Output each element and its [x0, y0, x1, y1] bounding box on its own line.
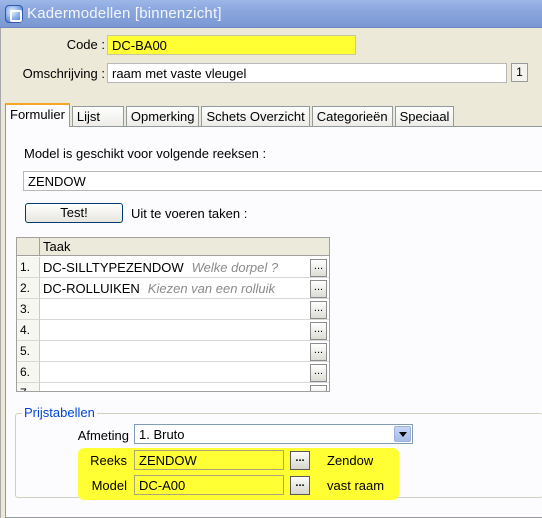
row-ellipsis-button[interactable]: ...: [310, 343, 327, 361]
omschrijving-field[interactable]: raam met vaste vleugel: [107, 63, 507, 83]
table-row[interactable]: DC-SILLTYPEZENDOW Welke dorpel ?: [40, 257, 329, 278]
series-label: Model is geschikt voor volgende reeksen …: [24, 146, 267, 161]
table-row[interactable]: [40, 362, 329, 383]
model-field[interactable]: DC-A00: [134, 475, 284, 495]
language-count-box[interactable]: 1: [511, 63, 528, 82]
model-ellipsis-button[interactable]: ...: [290, 476, 310, 495]
table-row[interactable]: [40, 341, 329, 362]
model-label: Model: [91, 478, 127, 493]
series-field[interactable]: ZENDOW: [23, 171, 542, 191]
afmeting-label: Afmeting: [77, 428, 129, 443]
reeks-field[interactable]: ZENDOW: [134, 450, 284, 470]
code-label: Code :: [66, 37, 105, 52]
table-row[interactable]: [40, 299, 329, 320]
task-hint: Kiezen van een rolluik: [147, 281, 275, 296]
grid-corner: [17, 238, 40, 256]
window-body: Code : DC-BA00 Omschrijving : raam met v…: [0, 28, 542, 518]
chevron-down-icon[interactable]: [394, 426, 411, 442]
tab-bar: Formulier Lijst Opmerking Schets Overzic…: [5, 103, 456, 127]
table-row[interactable]: [40, 320, 329, 341]
column-header-taak: Taak: [43, 239, 71, 254]
table-row[interactable]: DC-ROLLUIKEN Kiezen van een rolluik: [40, 278, 329, 299]
row-number: 3.: [17, 299, 40, 320]
tab-speciaal[interactable]: Speciaal: [394, 106, 455, 127]
app-icon: [5, 5, 23, 23]
reeks-description: Zendow: [327, 453, 374, 468]
row-ellipsis-button[interactable]: ...: [310, 385, 327, 391]
window-title: Kadermodellen [binnenzicht]: [27, 5, 222, 22]
grid-header: Taak: [17, 238, 329, 256]
row-number: 7.: [17, 383, 40, 391]
test-button[interactable]: Test!: [25, 203, 123, 223]
afmeting-selected-value: 1. Bruto: [139, 427, 185, 442]
tasks-grid: Taak 1. DC-SILLTYPEZENDOW Welke dorpel ? …: [16, 237, 330, 392]
row-number: 6.: [17, 362, 40, 383]
model-description: vast raam: [327, 478, 385, 493]
tab-schets-overzicht[interactable]: Schets Overzicht: [201, 106, 310, 127]
task-name: DC-ROLLUIKEN: [43, 281, 140, 296]
task-name: DC-SILLTYPEZENDOW: [43, 260, 184, 275]
row-number: 2.: [17, 278, 40, 299]
tasks-label: Uit te voeren taken :: [131, 206, 248, 221]
tab-opmerking[interactable]: Opmerking: [125, 106, 200, 127]
omschrijving-label: Omschrijving :: [22, 66, 105, 81]
afmeting-select[interactable]: 1. Bruto: [134, 424, 413, 444]
prijstabellen-title: Prijstabellen: [22, 405, 97, 420]
code-field[interactable]: DC-BA00: [107, 35, 356, 55]
tab-lijst[interactable]: Lijst: [71, 106, 124, 127]
tab-categorieen[interactable]: Categorieën: [311, 106, 393, 127]
row-ellipsis-button[interactable]: ...: [310, 280, 327, 298]
row-ellipsis-button[interactable]: ...: [310, 301, 327, 319]
row-ellipsis-button[interactable]: ...: [310, 259, 327, 277]
tab-formulier[interactable]: Formulier: [5, 103, 70, 127]
row-ellipsis-button[interactable]: ...: [310, 364, 327, 382]
task-hint: Welke dorpel ?: [191, 260, 279, 275]
table-row[interactable]: [40, 383, 329, 391]
row-number: 4.: [17, 320, 40, 341]
reeks-label: Reeks: [90, 453, 127, 468]
reeks-ellipsis-button[interactable]: ...: [290, 451, 310, 470]
title-bar: Kadermodellen [binnenzicht]: [0, 0, 542, 28]
row-number: 5.: [17, 341, 40, 362]
row-number: 1.: [17, 257, 40, 278]
row-ellipsis-button[interactable]: ...: [310, 322, 327, 340]
